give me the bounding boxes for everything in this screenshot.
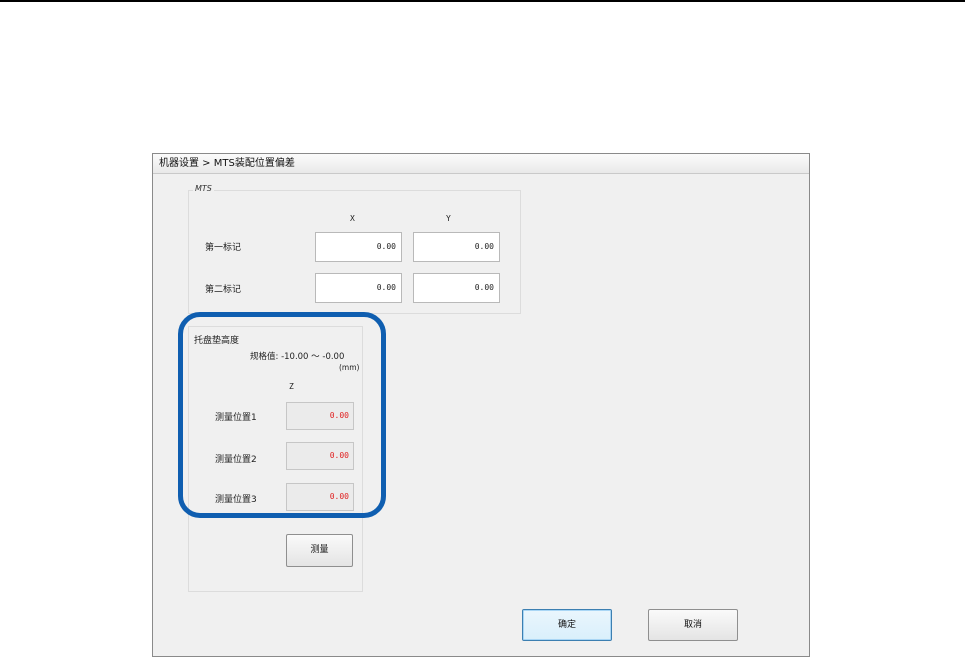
dialog-title: 机器设置 > MTS装配位置偏差	[153, 154, 809, 174]
measure-pos2-label: 测量位置2	[215, 455, 257, 465]
mark2-y-field[interactable]: 0.00	[413, 273, 500, 303]
tray-title: 托盘垫高度	[194, 336, 240, 346]
page-top-rule	[0, 0, 965, 2]
measure-pos2-value: 0.00	[286, 442, 354, 470]
tray-col-z-header: Z	[289, 382, 294, 391]
mts-col-y-header: Y	[446, 214, 451, 223]
mts-group-legend: MTS	[193, 184, 214, 193]
mark1-label: 第一标记	[205, 243, 242, 253]
cancel-button[interactable]: 取消	[648, 609, 738, 641]
mark2-x-field[interactable]: 0.00	[315, 273, 402, 303]
ok-button[interactable]: 确定	[522, 609, 612, 641]
measure-button[interactable]: 测量	[286, 534, 353, 567]
tray-spec-label: 规格值: -10.00 ～ -0.00	[250, 352, 345, 362]
tray-unit-label: (mm)	[339, 363, 360, 372]
measure-pos3-value: 0.00	[286, 483, 354, 511]
mts-offset-dialog: 机器设置 > MTS装配位置偏差 MTS X Y 第一标记 0.00 0.00 …	[152, 153, 810, 657]
mark1-x-field[interactable]: 0.00	[315, 232, 402, 262]
measure-pos1-value: 0.00	[286, 402, 354, 430]
measure-pos1-label: 测量位置1	[215, 413, 257, 423]
mts-col-x-header: X	[350, 214, 355, 223]
mark2-label: 第二标记	[205, 285, 242, 295]
measure-pos3-label: 测量位置3	[215, 495, 257, 505]
mark1-y-field[interactable]: 0.00	[413, 232, 500, 262]
